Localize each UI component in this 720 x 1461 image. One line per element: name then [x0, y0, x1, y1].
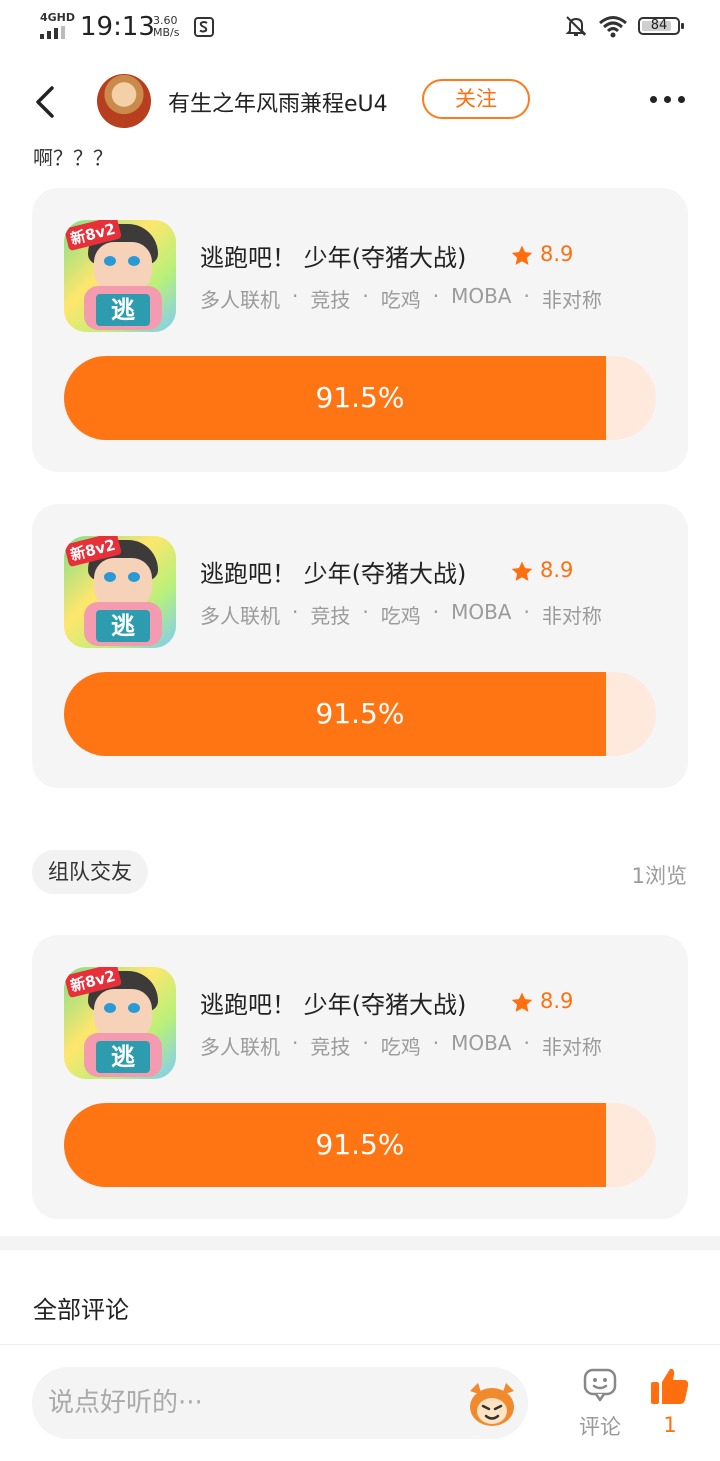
game-tag: MOBA: [451, 600, 512, 624]
network-speed-unit: MB/s: [153, 26, 180, 39]
game-tag: 非对称: [541, 1035, 602, 1059]
game-tag: 竞技: [310, 1035, 351, 1059]
like-count: 1: [663, 1413, 677, 1437]
vote-progress-bar[interactable]: 91.5%: [64, 356, 656, 440]
game-rating: 8.9: [540, 242, 574, 266]
vote-percent: 91.5%: [315, 1128, 405, 1161]
app-notification-icon: [194, 17, 214, 37]
network-type: 4GHD: [40, 11, 76, 24]
bottom-comment-bar: 评论 1: [0, 1344, 720, 1461]
game-rating: 8.9: [540, 558, 574, 582]
game-tag: 非对称: [541, 604, 602, 628]
vote-progress-bar[interactable]: 91.5%: [64, 1103, 656, 1187]
comment-button[interactable]: 评论: [570, 1367, 630, 1447]
game-tags: 多人联机 · 竞技 · 吃鸡 · MOBA · 非对称: [200, 600, 602, 628]
game-title[interactable]: 逃跑吧！ 少年(夺猪大战): [200, 985, 466, 1020]
game-tag: 非对称: [541, 288, 602, 312]
game-title[interactable]: 逃跑吧！ 少年(夺猪大战): [200, 554, 466, 589]
game-icon-sign: 逃: [96, 610, 150, 642]
topic-tag[interactable]: 组队交友: [32, 850, 148, 894]
game-tag: 多人联机: [200, 288, 280, 312]
more-dots-icon[interactable]: [650, 96, 685, 103]
star-icon: [511, 245, 533, 265]
game-tag: 吃鸡: [380, 604, 421, 628]
game-card[interactable]: 逃 新8v2 逃跑吧！ 少年(夺猪大战) 8.9 多人联机 · 竞技 · 吃鸡 · M…: [32, 504, 688, 788]
status-icons: 84: [564, 14, 684, 38]
game-card[interactable]: 逃 新8v2 逃跑吧！ 少年(夺猪大战) 8.9 多人联机 · 竞技 · 吃鸡 · M…: [32, 935, 688, 1219]
avatar[interactable]: [97, 74, 151, 128]
game-tag: MOBA: [451, 1031, 512, 1055]
comment-input[interactable]: [32, 1367, 528, 1439]
back-arrow-icon[interactable]: [30, 84, 64, 120]
comment-label: 评论: [579, 1415, 621, 1439]
game-card[interactable]: 逃 新8v2 逃跑吧！ 少年(夺猪大战) 8.9 多人联机 · 竞技 · 吃鸡 · M…: [32, 188, 688, 472]
game-icon[interactable]: 逃 新8v2: [64, 536, 176, 648]
like-button[interactable]: 1: [642, 1367, 698, 1447]
game-title[interactable]: 逃跑吧！ 少年(夺猪大战): [200, 238, 466, 273]
signal-icon: [40, 26, 65, 39]
bell-muted-icon: [565, 16, 587, 36]
clock: 19:13: [80, 12, 155, 42]
status-bar: 4GHD 19:13 3.60 MB/s 84: [0, 0, 720, 56]
game-tag: 吃鸡: [380, 1035, 421, 1059]
vote-percent: 91.5%: [315, 697, 405, 730]
post-header: 有生之年风雨兼程eU4 关注: [0, 70, 720, 134]
star-icon: [511, 992, 533, 1012]
star-icon: [511, 561, 533, 581]
mascot-icon[interactable]: [464, 1381, 520, 1429]
game-tags: 多人联机 · 竞技 · 吃鸡 · MOBA · 非对称: [200, 1031, 602, 1059]
game-icon[interactable]: 逃 新8v2: [64, 967, 176, 1079]
view-count: 1浏览: [631, 864, 687, 888]
follow-button[interactable]: 关注: [422, 79, 530, 119]
game-tag: MOBA: [451, 284, 512, 308]
game-icon[interactable]: 逃 新8v2: [64, 220, 176, 332]
author-name[interactable]: 有生之年风雨兼程eU4: [168, 86, 388, 118]
game-tags: 多人联机 · 竞技 · 吃鸡 · MOBA · 非对称: [200, 284, 602, 312]
comments-heading: 全部评论: [33, 1296, 129, 1324]
battery-level: 84: [650, 18, 668, 33]
battery-icon: 84: [638, 17, 684, 35]
game-tag: 吃鸡: [380, 288, 421, 312]
section-divider: [0, 1236, 720, 1250]
post-text: 啊？？？: [33, 146, 113, 166]
game-tag: 多人联机: [200, 604, 280, 628]
wifi-icon: [599, 16, 627, 38]
game-tag: 多人联机: [200, 1035, 280, 1059]
comment-bubble-icon: [583, 1368, 617, 1402]
network-speed: 3.60 MB/s: [153, 15, 179, 39]
game-icon-sign: 逃: [96, 294, 150, 326]
game-tag: 竞技: [310, 288, 351, 312]
vote-progress-bar[interactable]: 91.5%: [64, 672, 656, 756]
game-icon-sign: 逃: [96, 1041, 150, 1073]
vote-percent: 91.5%: [315, 381, 405, 414]
game-rating: 8.9: [540, 989, 574, 1013]
game-tag: 竞技: [310, 604, 351, 628]
thumbs-up-icon: [651, 1368, 689, 1404]
